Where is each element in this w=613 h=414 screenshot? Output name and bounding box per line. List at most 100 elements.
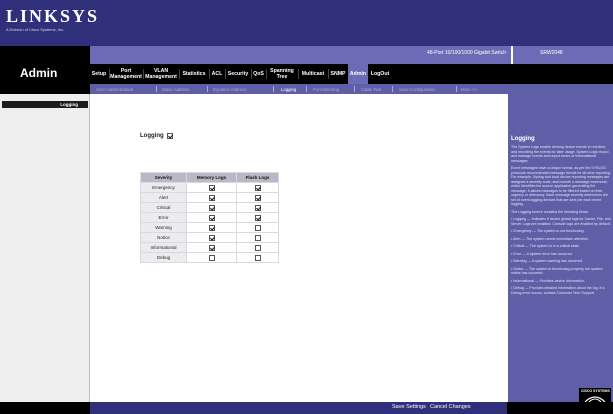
help-paragraph: The Logging screen contains the followin…: [511, 209, 589, 214]
memory-log-checkbox[interactable]: [208, 194, 215, 201]
product-strip: 48-Port 10/100/1000 Gigabit Switch: [90, 46, 613, 64]
memory-log-checkbox[interactable]: [208, 224, 215, 231]
subtab-more[interactable]: More >>: [461, 85, 477, 93]
severity-name: Warning: [140, 222, 187, 233]
help-paragraph: Event messages have a unique format, as …: [511, 166, 611, 206]
col-header-flash-logs: Flash Logs: [236, 172, 279, 183]
flash-log-checkbox[interactable]: [254, 194, 261, 201]
severity-name: Alert: [140, 192, 187, 203]
memory-log-checkbox[interactable]: [208, 234, 215, 241]
subtab-dynamic-address[interactable]: Dynamic Address: [213, 85, 246, 93]
table-row: Notice: [140, 232, 279, 243]
severity-name: Debug: [140, 252, 187, 263]
table-row: Warning: [140, 222, 279, 233]
table-row: Error: [140, 212, 279, 223]
help-paragraph: • Alert — The system needs immediate att…: [511, 236, 589, 241]
logo-wordmark: LINKSYS: [6, 6, 100, 26]
nav-security[interactable]: Security: [226, 64, 250, 84]
subtab-save-configuration[interactable]: Save Configuration: [399, 85, 436, 93]
nav-statistics[interactable]: Statistics: [180, 64, 208, 84]
nav-logout[interactable]: LogOut: [369, 64, 391, 84]
col-header-severity: Severity: [140, 172, 187, 183]
help-paragraph: • Notice — The system is functioning pro…: [511, 266, 603, 276]
nav-qos[interactable]: QoS: [252, 64, 265, 84]
subtab-divider: [273, 86, 274, 92]
nav-multicast[interactable]: Multicast: [299, 64, 327, 84]
subtab-divider: [207, 86, 208, 92]
help-body: The System Logs enable viewing device ev…: [511, 145, 611, 395]
table-row: Critical: [140, 202, 279, 213]
severity-name: Informational: [140, 242, 187, 253]
model-divider: [511, 46, 513, 64]
subtab-divider: [456, 86, 457, 92]
flash-log-checkbox[interactable]: [254, 214, 261, 221]
flash-log-cell: [236, 242, 279, 253]
product-description: 48-Port 10/100/1000 Gigabit Switch: [427, 50, 506, 56]
nav-admin[interactable]: Admin: [348, 64, 368, 84]
table-row: Informational: [140, 242, 279, 253]
memory-log-checkbox[interactable]: [208, 204, 215, 211]
memory-log-checkbox[interactable]: [208, 214, 215, 221]
flash-log-cell: [236, 182, 279, 193]
memory-log-checkbox[interactable]: [208, 244, 215, 251]
help-panel: Logging The System Logs enable viewing d…: [507, 94, 613, 402]
sidebar-item-label: Logging: [60, 102, 78, 107]
subtab-divider: [354, 86, 355, 92]
model-name: SRW2048: [540, 50, 563, 56]
page-title: Admin: [20, 66, 58, 80]
table-row: Debug: [140, 252, 279, 263]
table-header-row: Severity Memory Logs Flash Logs: [140, 172, 279, 183]
nav-vlan-management[interactable]: VLAN Management: [144, 64, 178, 84]
save-settings-button[interactable]: Save Settings: [392, 404, 426, 410]
memory-log-cell: [186, 192, 237, 203]
subtab-cable-test[interactable]: Cable Test: [361, 85, 381, 93]
nav-setup[interactable]: Setup: [90, 64, 108, 84]
memory-log-cell: [186, 242, 237, 253]
subtab-divider: [392, 86, 393, 92]
memory-log-cell: [186, 252, 237, 263]
memory-log-cell: [186, 232, 237, 243]
subtab-user-authentication[interactable]: User Authentication: [96, 85, 133, 93]
nav-port-management[interactable]: Port Management: [110, 64, 142, 84]
help-paragraph: • Debug — Provides detailed information …: [511, 286, 605, 295]
flash-log-checkbox[interactable]: [254, 244, 261, 251]
subtab-logging[interactable]: Logging: [281, 85, 296, 93]
memory-log-cell: [186, 202, 237, 213]
flash-log-checkbox[interactable]: [254, 204, 261, 211]
help-paragraph: • Informational — Provides device inform…: [511, 278, 585, 283]
logging-checkbox[interactable]: [166, 133, 173, 139]
footer-left: [0, 402, 90, 414]
sidebar-item-logging[interactable]: Logging: [2, 101, 88, 108]
flash-log-cell: [236, 252, 279, 263]
memory-log-cell: [186, 222, 237, 233]
memory-log-checkbox[interactable]: [208, 184, 215, 191]
flash-log-cell: [236, 192, 279, 203]
flash-log-checkbox[interactable]: [254, 184, 261, 191]
flash-log-checkbox[interactable]: [254, 224, 261, 231]
logging-toggle-row: Logging: [140, 133, 173, 139]
subtab-divider: [156, 86, 157, 92]
severity-name: Error: [140, 212, 187, 223]
left-panel: [0, 94, 90, 402]
nav-snmp[interactable]: SNMP: [329, 64, 347, 84]
flash-log-checkbox[interactable]: [254, 234, 261, 241]
subtab-port-mirroring[interactable]: Port Mirroring: [313, 85, 339, 93]
nav-acl[interactable]: ACL: [210, 64, 224, 84]
logo-tagline: A Division of Cisco Systems, Inc.: [6, 27, 65, 32]
nav-spanning-tree[interactable]: Spanning Tree: [267, 64, 297, 84]
linksys-logo: LINKSYS A Division of Cisco Systems, Inc…: [6, 6, 99, 32]
memory-log-checkbox[interactable]: [208, 254, 215, 261]
col-header-memory-logs: Memory Logs: [186, 172, 237, 183]
memory-log-cell: [186, 212, 237, 223]
flash-log-checkbox[interactable]: [254, 254, 261, 261]
cancel-changes-button[interactable]: Cancel Changes: [430, 404, 471, 410]
severity-table: Severity Memory Logs Flash Logs Emergenc…: [140, 172, 279, 263]
subtab-divider: [306, 86, 307, 92]
cisco-wordmark: CISCO SYSTEMS: [581, 389, 610, 393]
cisco-logo: CISCO SYSTEMS: [579, 388, 611, 402]
main-nav: Setup Port Management VLAN Management St…: [90, 64, 613, 84]
help-paragraph: • Warning — A system warning has occurre…: [511, 259, 583, 263]
subtab-static-address[interactable]: Static Address: [162, 85, 189, 93]
memory-log-cell: [186, 182, 237, 193]
flash-log-cell: [236, 212, 279, 223]
